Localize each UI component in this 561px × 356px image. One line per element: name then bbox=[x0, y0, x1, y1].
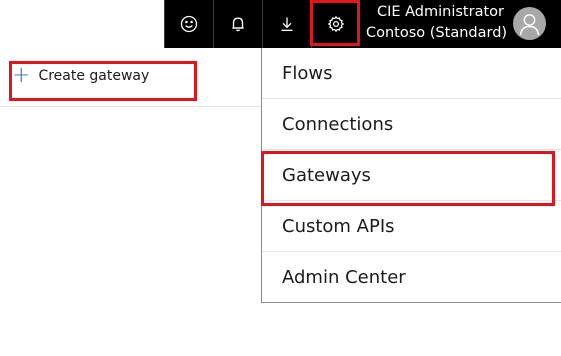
top-bar-blank-area bbox=[0, 0, 164, 48]
download-button[interactable] bbox=[262, 0, 310, 48]
menu-item-label: Gateways bbox=[282, 164, 371, 186]
menu-item-label: Custom APIs bbox=[282, 215, 395, 237]
account-organization: Contoso (Standard) bbox=[366, 25, 508, 41]
menu-item-admin-center[interactable]: Admin Center bbox=[262, 252, 561, 303]
menu-item-label: Flows bbox=[282, 62, 333, 84]
top-bar: CIE Administrator Contoso (Standard) bbox=[0, 0, 561, 48]
smiley-icon bbox=[180, 15, 198, 33]
settings-dropdown-menu: Flows Connections Gateways Custom APIs A… bbox=[261, 48, 561, 303]
menu-item-label: Connections bbox=[282, 113, 394, 135]
notifications-button[interactable] bbox=[213, 0, 261, 48]
menu-item-gateways[interactable]: Gateways bbox=[262, 150, 561, 201]
account-info[interactable]: CIE Administrator Contoso (Standard) bbox=[366, 2, 508, 46]
create-gateway-button[interactable]: + Create gateway bbox=[12, 63, 150, 88]
person-icon bbox=[519, 14, 540, 36]
download-icon bbox=[278, 15, 296, 33]
menu-item-connections[interactable]: Connections bbox=[262, 99, 561, 150]
account-name: CIE Administrator bbox=[376, 4, 504, 20]
gear-icon bbox=[327, 15, 345, 33]
menu-item-label: Admin Center bbox=[282, 267, 406, 288]
bell-icon bbox=[229, 15, 247, 33]
menu-item-flows[interactable]: Flows bbox=[262, 48, 561, 99]
divider bbox=[0, 106, 262, 107]
create-gateway-label: Create gateway bbox=[38, 68, 150, 84]
avatar[interactable] bbox=[513, 7, 546, 40]
menu-item-custom-apis[interactable]: Custom APIs bbox=[262, 201, 561, 252]
plus-icon: + bbox=[12, 63, 31, 88]
settings-button[interactable] bbox=[311, 0, 359, 48]
feedback-button[interactable] bbox=[164, 0, 212, 48]
